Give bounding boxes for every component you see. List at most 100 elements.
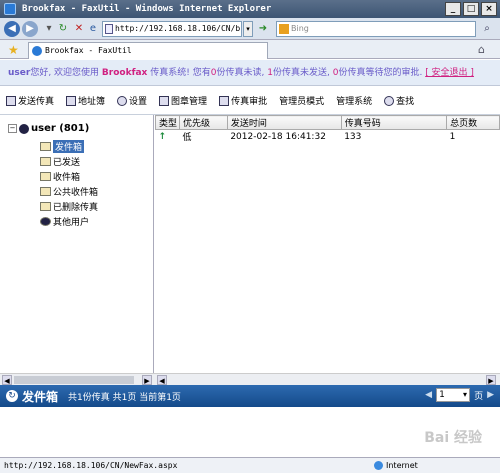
home-icon[interactable]: ⌂ [478,43,485,56]
prev-page-icon[interactable]: ◀ [425,390,432,400]
tab-bar: ★ Brookfax - FaxUtil ⌂ [0,40,500,59]
other-users-icon [40,217,51,226]
stamp-manage-label: 图章管理 [171,97,208,107]
pager: ◀ 1 页 ▶ [425,388,494,402]
go-arrow-icon[interactable]: ➜ [256,22,270,36]
public-inbox-folder-icon [40,187,51,196]
forward-button[interactable]: ▶ [22,21,38,37]
zone-label: Internet [386,461,418,470]
stop-icon[interactable]: ✕ [72,22,86,36]
tree-item-inbox[interactable]: 收件箱 [40,169,98,184]
tree-item-label: 收件箱 [53,173,81,183]
folder-statusbar: ↻ 发件箱 共1份传真 共1页 当前第1页 ◀ 1 页 ▶ [0,385,500,407]
horizontal-scrollbar[interactable]: ◀ ▶ ◀ ▶ [0,373,500,385]
address-book-button[interactable]: 地址簿 [66,94,105,107]
table-header-row: 类型 优先级 发送时间 传真号码 总页数 [155,115,500,130]
search-placeholder: Bing [291,24,309,33]
page-select[interactable]: 1 [436,388,471,402]
admin-mode-button[interactable]: 管理员模式 [279,94,324,107]
page-icon: e [89,23,97,34]
history-dropdown-icon[interactable]: ▾ [42,22,56,36]
settings-button[interactable]: 设置 [117,94,147,107]
maximize-button[interactable]: □ [463,2,479,16]
deleted-folder-icon [40,202,51,211]
tree-item-label: 已发送 [53,158,81,168]
manage-system-button[interactable]: 管理系统 [336,94,372,107]
scroll-left-icon[interactable]: ◀ [2,375,12,385]
tree-root-user[interactable]: − user (801) [8,123,89,134]
address-bar: ◀ ▶ ▾ ↻ ✕ e http://192.168.18.106/CN/b ▾… [0,18,500,40]
welcome-part3: 份传真未发送, [272,68,330,78]
address-book-icon [66,95,77,106]
tab-brookfax[interactable]: Brookfax - FaxUtil [28,42,268,59]
tree-item-sent[interactable]: 已发送 [40,154,98,169]
col-header-send-time[interactable]: 发送时间 [226,115,342,130]
address-book-label: 地址簿 [78,97,106,107]
search-input[interactable]: Bing [276,21,476,37]
url-dropdown-icon[interactable]: ▾ [243,21,253,37]
fax-approval-button[interactable]: 传真审批 [219,94,267,107]
welcome-part2: 份传真未读, [216,68,265,78]
tab-ie-icon [32,46,42,56]
send-fax-label: 发送传真 [18,97,55,107]
scroll-left-icon-2[interactable]: ◀ [157,375,167,385]
col-header-fax-number[interactable]: 传真号码 [340,115,448,130]
blank-area: Bai 经验 [0,407,500,457]
approval-icon [219,95,230,106]
back-button[interactable]: ◀ [4,21,20,37]
gear-icon [117,95,128,106]
welcome-part1: 传真系统! 您有 [150,68,211,78]
url-input[interactable]: http://192.168.18.106/CN/b [102,21,242,37]
close-button[interactable]: × [481,2,497,16]
tree-item-outbox[interactable]: 发件箱 [40,139,98,154]
cell-pages: 1 [449,131,456,142]
window-title: Brookfax - FaxUtil - Windows Internet Ex… [22,4,272,14]
welcome-user: user [8,68,31,78]
refresh-icon[interactable]: ↻ [56,22,70,36]
tree-item-label: 发件箱 [53,140,85,153]
fax-list-panel: 类型 优先级 发送时间 传真号码 总页数 ↑ 低 2012-02-18 16:4… [155,115,500,385]
tree-root-label: user (801) [31,123,90,134]
logout-link[interactable]: [ 安全退出 ] [425,68,474,78]
refresh-circle-icon[interactable]: ↻ [6,390,18,402]
send-fax-button[interactable]: 发送传真 [6,94,54,107]
find-label: 查找 [396,97,415,107]
send-fax-icon [6,95,16,106]
app-toolbar: 发送传真 地址簿 设置 图章管理 传真审批 管理员模式 管理系统 查找 [0,87,500,115]
tree-item-public-inbox[interactable]: 公共收件箱 [40,184,98,199]
ie-statusbar: http://192.168.18.106/CN/NewFax.aspx Int… [0,457,500,473]
bing-icon [279,24,289,34]
watermark-text: Bai 经验 [424,430,482,446]
user-icon [19,123,29,134]
scroll-right-icon-2[interactable]: ▶ [486,375,496,385]
folder-info: 共1份传真 共1页 当前第1页 [68,392,181,403]
outgoing-arrow-icon: ↑ [158,131,167,142]
settings-label: 设置 [129,97,148,107]
minimize-button[interactable]: _ [445,2,461,16]
tree-item-label: 已删除传真 [53,203,99,213]
favorites-star-icon[interactable]: ★ [8,43,19,57]
collapse-icon[interactable]: − [8,124,17,133]
tree-item-other-users[interactable]: 其他用户 [40,214,98,229]
tree-item-deleted[interactable]: 已删除传真 [40,199,98,214]
col-header-priority[interactable]: 优先级 [178,115,228,130]
next-page-icon[interactable]: ▶ [487,390,494,400]
tree-item-label: 公共收件箱 [53,188,99,198]
fax-table: 类型 优先级 发送时间 传真号码 总页数 ↑ 低 2012-02-18 16:4… [155,115,500,144]
table-row[interactable]: ↑ 低 2012-02-18 16:41:32 133 1 [156,130,500,144]
tab-title: Brookfax - FaxUtil [45,46,132,55]
find-button[interactable]: 查找 [384,94,414,107]
col-header-pages[interactable]: 总页数 [446,115,500,130]
col-header-type[interactable]: 类型 [155,115,180,130]
cell-fax-number: 133 [344,131,362,142]
fax-approval-label: 传真审批 [231,97,268,107]
tree-folder-list: 发件箱 已发送 收件箱 公共收件箱 已删除传真 其他用户 [40,139,98,229]
stamp-manage-button[interactable]: 图章管理 [159,94,207,107]
inbox-folder-icon [40,172,51,181]
outbox-folder-icon [40,142,51,151]
scroll-right-icon[interactable]: ▶ [142,375,152,385]
security-zone: Internet [372,458,418,473]
scroll-thumb[interactable] [14,376,134,384]
search-icon[interactable]: ⌕ [480,22,494,36]
globe-icon [374,461,383,470]
